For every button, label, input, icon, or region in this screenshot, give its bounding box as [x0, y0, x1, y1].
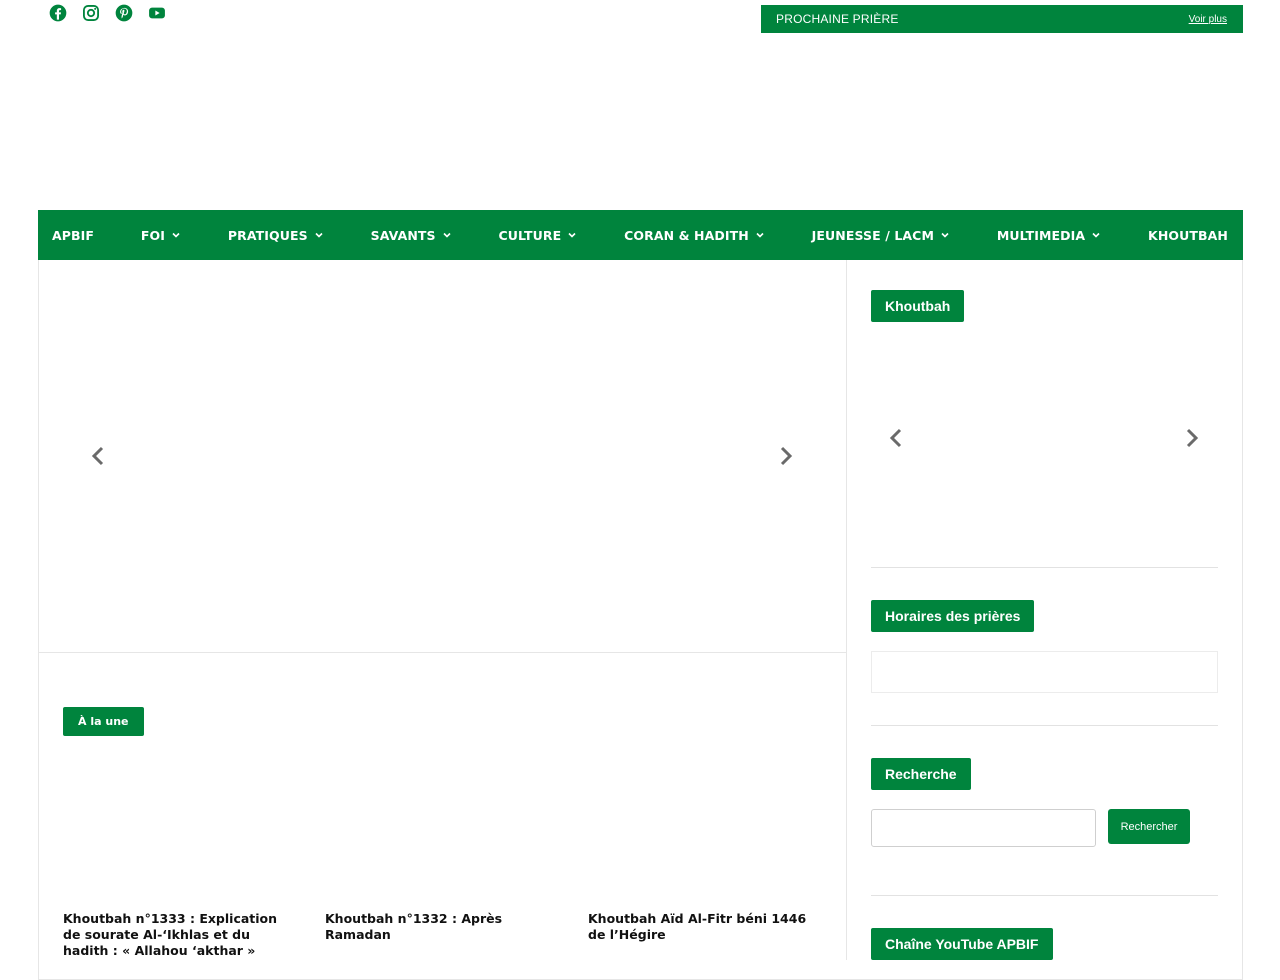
youtube-widget-title: Chaîne YouTube APBIF	[871, 928, 1053, 960]
nav-item-savants[interactable]: SAVANTS	[371, 228, 452, 243]
nav-item-label: JEUNESSE / LACM	[811, 227, 934, 243]
article-title-2[interactable]: Khoutbah n°1332 : Après Ramadan	[325, 911, 565, 943]
nav-item-pratiques[interactable]: PRATIQUES	[228, 228, 324, 243]
next-prayer-bar: PROCHAINE PRIÈRE Voir plus	[761, 5, 1243, 33]
instagram-icon[interactable]	[81, 3, 101, 23]
chevron-down-icon	[568, 232, 576, 238]
column-divider	[846, 260, 847, 960]
featured-tag: À la une	[63, 707, 144, 736]
nav-item-label: PRATIQUES	[227, 227, 308, 243]
nav-item-coran-hadith[interactable]: CORAN & HADITH	[624, 228, 765, 243]
prayer-times-box	[871, 651, 1218, 693]
nav-item-label: CULTURE	[498, 227, 562, 243]
nav-item-apbif[interactable]: APBIF	[52, 228, 94, 243]
youtube-icon[interactable]	[147, 3, 167, 23]
nav-item-label: SAVANTS	[370, 227, 436, 243]
chevron-down-icon	[315, 232, 323, 238]
slider-divider	[38, 652, 846, 653]
sidebar-divider	[871, 895, 1218, 896]
khoutbah-next-arrow-icon[interactable]	[1180, 427, 1202, 449]
chevron-down-icon	[443, 232, 451, 238]
main-nav: APBIF FOI PRATIQUES SAVANTS CULTURE CORA…	[38, 210, 1243, 260]
chevron-down-icon	[756, 232, 764, 238]
article-title-1[interactable]: Khoutbah n°1333 : Explication de sourate…	[63, 911, 293, 959]
nav-item-khoutbah[interactable]: KHOUTBAH	[1148, 228, 1228, 243]
slider-prev-arrow-icon[interactable]	[88, 445, 110, 467]
khoutbah-widget-title: Khoutbah	[871, 290, 965, 322]
see-more-link[interactable]: Voir plus	[1189, 14, 1227, 25]
article-title-3[interactable]: Khoutbah Aïd Al-Fitr béni 1446 de l’Hégi…	[588, 911, 818, 943]
search-input[interactable]	[871, 809, 1096, 847]
nav-item-label: APBIF	[52, 227, 95, 243]
nav-item-label: CORAN & HADITH	[624, 227, 749, 243]
sidebar-divider	[871, 567, 1218, 568]
chevron-down-icon	[172, 232, 180, 238]
chevron-down-icon	[941, 232, 949, 238]
nav-item-foi[interactable]: FOI	[141, 228, 181, 243]
nav-item-label: MULTIMEDIA	[996, 227, 1086, 243]
next-prayer-label: PROCHAINE PRIÈRE	[776, 12, 899, 26]
chevron-down-icon	[1092, 232, 1100, 238]
khoutbah-prev-arrow-icon[interactable]	[886, 427, 908, 449]
nav-item-culture[interactable]: CULTURE	[498, 228, 577, 243]
nav-item-multimedia[interactable]: MULTIMEDIA	[997, 228, 1101, 243]
search-widget-title: Recherche	[871, 758, 971, 790]
slider-next-arrow-icon[interactable]	[774, 445, 796, 467]
content-frame	[38, 260, 1243, 980]
prayer-times-widget-title: Horaires des prières	[871, 600, 1035, 632]
pinterest-icon[interactable]	[114, 3, 134, 23]
nav-item-label: FOI	[140, 227, 166, 243]
nav-item-jeunesse-lacm[interactable]: JEUNESSE / LACM	[812, 228, 950, 243]
nav-item-label: KHOUTBAH	[1148, 227, 1228, 243]
search-button[interactable]: Rechercher	[1108, 809, 1190, 844]
sidebar-divider	[871, 725, 1218, 726]
social-links	[48, 3, 167, 23]
facebook-icon[interactable]	[48, 3, 68, 23]
